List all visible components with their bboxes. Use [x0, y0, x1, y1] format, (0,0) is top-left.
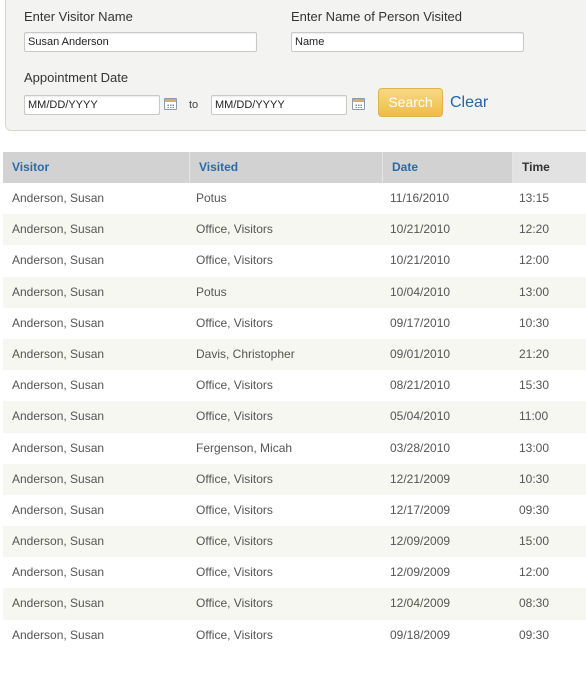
- visitor-cell: Anderson, Susan: [12, 627, 105, 642]
- date-to-input[interactable]: [211, 95, 347, 115]
- column-header-time: Time: [512, 152, 586, 183]
- time-cell: 21:20: [519, 346, 550, 361]
- visited-cell: Office, Visitors: [196, 315, 273, 330]
- visited-name-label: Enter Name of Person Visited: [291, 9, 463, 24]
- table-row[interactable]: Anderson, Susan Office, Visitors 05/04/201…: [3, 401, 586, 433]
- table-row[interactable]: Anderson, Susan Office, Visitors 08/21/201…: [3, 370, 586, 401]
- visitor-cell: Anderson, Susan: [12, 378, 105, 393]
- table-row[interactable]: Anderson, Susan Davis, Christopher 09/01/2…: [3, 338, 586, 371]
- time-cell: 09:30: [519, 627, 550, 642]
- date-cell: 11/16/2010: [390, 191, 450, 205]
- visitor-cell: Anderson, Susan: [12, 440, 105, 455]
- visitor-cell: Anderson, Susan: [12, 284, 105, 299]
- visited-cell: Office, Visitors: [196, 222, 273, 237]
- table-row[interactable]: Anderson, Susan Office, Visitors 12/09/200…: [3, 557, 586, 588]
- visitor-cell: Anderson, Susan: [12, 534, 105, 549]
- visitor-cell: Anderson, Susan: [12, 596, 105, 611]
- date-cell: 10/04/2010: [390, 284, 451, 299]
- column-header-visitor[interactable]: Visitor: [3, 152, 189, 183]
- column-header-date[interactable]: Date: [382, 152, 512, 183]
- appointment-date-label: Appointment Date: [24, 70, 129, 85]
- visited-cell: Davis, Christopher: [196, 346, 295, 361]
- date-cell: 12/09/2009: [390, 565, 451, 580]
- calendar-icon[interactable]: [352, 98, 365, 110]
- date-cell: 09/18/2009: [390, 627, 451, 642]
- time-cell: 09:30: [519, 502, 550, 517]
- visitor-cell: Anderson, Susan: [12, 502, 105, 517]
- table-row[interactable]: Anderson, Susan Potus 10/04/2010 13:00: [3, 276, 586, 308]
- table-row[interactable]: Anderson, Susan Office, Visitors 09/18/200…: [3, 620, 586, 651]
- date-cell: 12/17/2009: [390, 502, 451, 517]
- calendar-icon[interactable]: [164, 98, 177, 110]
- visited-cell: Potus: [196, 191, 227, 205]
- date-range-to: to: [189, 99, 199, 111]
- time-cell: 15:30: [519, 378, 550, 393]
- time-cell: 13:15: [519, 191, 550, 205]
- clear-link[interactable]: Clear: [450, 94, 488, 112]
- visited-name-input[interactable]: [291, 32, 524, 52]
- date-from-input[interactable]: [24, 95, 160, 115]
- table-row[interactable]: Anderson, Susan Office, Visitors 10/21/201…: [3, 245, 586, 276]
- visited-cell: Office, Visitors: [196, 534, 273, 549]
- date-cell: 10/21/2010: [390, 253, 451, 268]
- date-cell: 12/21/2009: [390, 471, 451, 486]
- table-row[interactable]: Anderson, Susan Office, Visitors 12/04/200…: [3, 588, 586, 620]
- column-header-visited[interactable]: Visited: [189, 152, 382, 183]
- visited-cell: Office, Visitors: [196, 627, 273, 642]
- table-row[interactable]: Anderson, Susan Fergenson, Micah 03/28/201…: [3, 433, 586, 464]
- visitor-cell: Anderson, Susan: [12, 222, 105, 237]
- table-row[interactable]: Anderson, Susan Office, Visitors 12/17/200…: [3, 495, 586, 526]
- time-cell: 15:00: [519, 534, 550, 549]
- table-row[interactable]: Anderson, Susan Office, Visitors 09/17/201…: [3, 308, 586, 339]
- table-header: Visitor Visited Date Time: [3, 152, 586, 183]
- time-cell: 13:00: [519, 440, 550, 455]
- visitor-cell: Anderson, Susan: [12, 191, 105, 205]
- visitor-cell: Anderson, Susan: [12, 346, 105, 361]
- date-cell: 03/28/2010: [390, 440, 451, 455]
- visitor-name-label: Enter Visitor Name: [24, 9, 133, 24]
- visitor-cell: Anderson, Susan: [12, 409, 105, 424]
- date-cell: 12/09/2009: [390, 534, 451, 549]
- time-cell: 13:00: [519, 284, 550, 299]
- time-cell: 10:30: [519, 315, 550, 330]
- date-cell: 08/21/2010: [390, 378, 451, 393]
- visitor-cell: Anderson, Susan: [12, 253, 105, 268]
- table-row[interactable]: Anderson, Susan Office, Visitors 12/09/200…: [3, 526, 586, 558]
- visited-cell: Office, Visitors: [196, 409, 273, 424]
- visitor-cell: Anderson, Susan: [12, 471, 105, 486]
- visited-cell: Potus: [196, 284, 227, 299]
- table-row[interactable]: Anderson, Susan Potus 11/16/2010 13:15: [3, 183, 586, 214]
- date-cell: 09/01/2010: [390, 346, 451, 361]
- time-cell: 08:30: [519, 596, 550, 611]
- table-row[interactable]: Anderson, Susan Office, Visitors 12/21/200…: [3, 463, 586, 495]
- visitor-cell: Anderson, Susan: [12, 315, 105, 330]
- visited-cell: Office, Visitors: [196, 471, 273, 486]
- time-cell: 12:00: [519, 565, 550, 580]
- visitor-name-input[interactable]: [24, 32, 257, 52]
- date-cell: 09/17/2010: [390, 315, 451, 330]
- date-cell: 12/04/2009: [390, 596, 451, 611]
- date-cell: 05/04/2010: [390, 409, 451, 424]
- date-cell: 10/21/2010: [390, 222, 451, 237]
- visited-cell: Office, Visitors: [196, 596, 273, 611]
- time-cell: 11:00: [519, 409, 549, 424]
- visited-cell: Office, Visitors: [196, 378, 273, 393]
- time-cell: 12:00: [519, 253, 550, 268]
- visited-cell: Office, Visitors: [196, 565, 273, 580]
- visited-cell: Office, Visitors: [196, 502, 273, 517]
- time-cell: 10:30: [519, 471, 550, 486]
- visited-cell: Fergenson, Micah: [196, 440, 293, 455]
- results-table-body: Anderson, Susan Potus 11/16/2010 13:15 Ander…: [3, 183, 586, 651]
- table-row[interactable]: Anderson, Susan Office, Visitors 10/21/201…: [3, 214, 586, 246]
- time-cell: 12:20: [519, 222, 550, 237]
- search-button[interactable]: Search: [378, 88, 443, 117]
- visitor-cell: Anderson, Susan: [12, 565, 105, 580]
- visited-cell: Office, Visitors: [196, 253, 273, 268]
